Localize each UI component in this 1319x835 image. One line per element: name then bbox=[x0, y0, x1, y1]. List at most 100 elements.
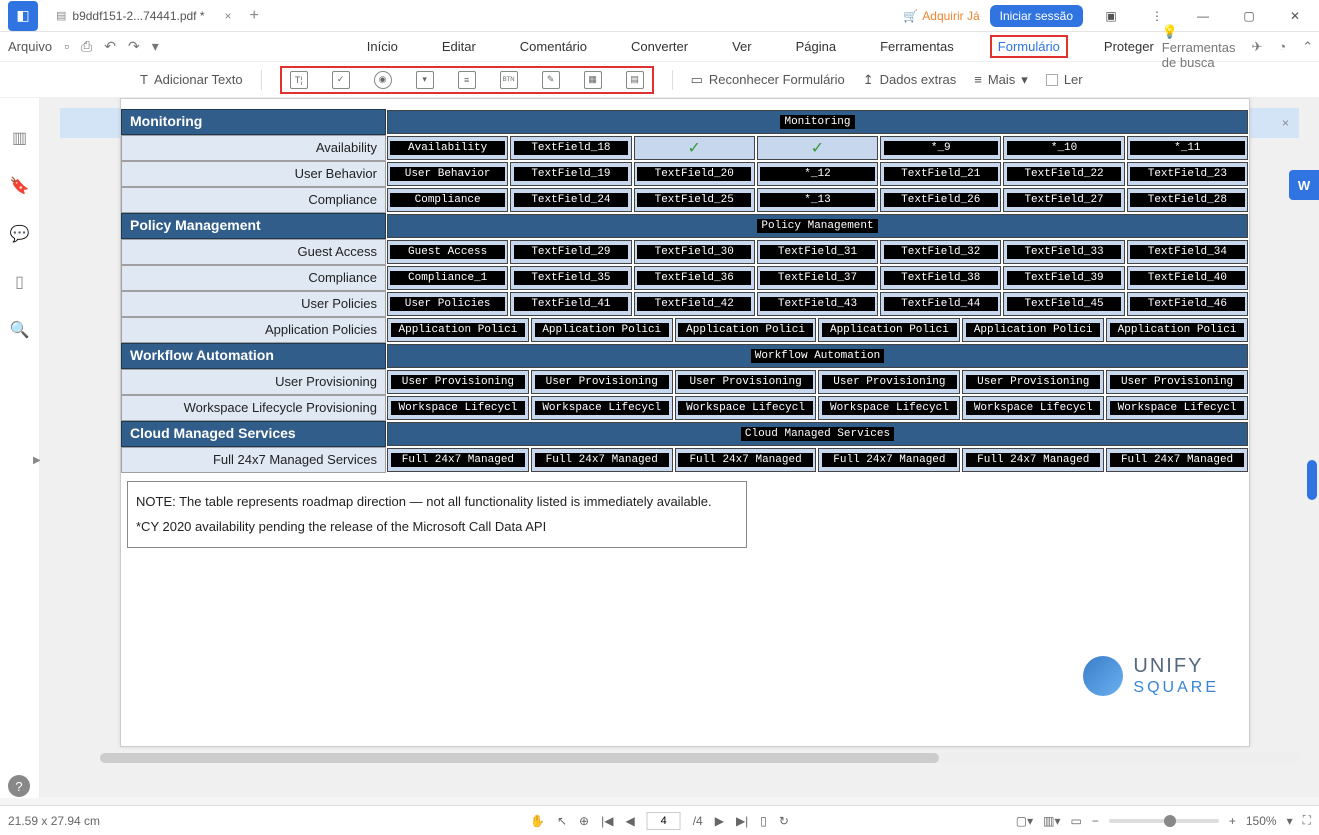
form-field[interactable]: TextField_29 bbox=[510, 240, 631, 264]
form-field[interactable]: Full 24x7 Managed bbox=[962, 448, 1104, 472]
form-field[interactable]: Full 24x7 Managed bbox=[1106, 448, 1248, 472]
comment-icon[interactable]: 💬 bbox=[10, 224, 30, 244]
horizontal-scrollbar[interactable] bbox=[100, 753, 1299, 763]
field-monitoring[interactable]: Monitoring bbox=[780, 115, 854, 129]
form-field[interactable]: TextField_45 bbox=[1003, 292, 1124, 316]
tab-ferramentas[interactable]: Ferramentas bbox=[872, 35, 962, 58]
single-page-icon[interactable]: ▯ bbox=[760, 814, 767, 828]
last-page-icon[interactable]: ▶| bbox=[736, 814, 748, 828]
tab-proteger[interactable]: Proteger bbox=[1096, 35, 1162, 58]
form-field[interactable]: Availability bbox=[387, 136, 508, 160]
radio-tool-icon[interactable]: ◉ bbox=[374, 71, 392, 89]
slider-thumb[interactable] bbox=[1164, 815, 1176, 827]
form-field[interactable]: TextField_38 bbox=[880, 266, 1001, 290]
bookmark-icon[interactable]: 🔖 bbox=[10, 176, 30, 196]
tab-pagina[interactable]: Página bbox=[788, 35, 844, 58]
form-field[interactable]: Full 24x7 Managed bbox=[531, 448, 673, 472]
new-tab-button[interactable]: + bbox=[250, 7, 259, 25]
maximize-button[interactable]: ▢ bbox=[1231, 9, 1267, 23]
form-field[interactable]: TextField_19 bbox=[510, 162, 631, 186]
add-text-tool[interactable]: TAdicionar Texto bbox=[140, 72, 243, 87]
form-field[interactable]: User Provisioning bbox=[818, 370, 960, 394]
form-field[interactable]: TextField_25 bbox=[634, 188, 755, 212]
form-field[interactable]: Application Polici bbox=[387, 318, 529, 342]
document-tab[interactable]: ▤ b9ddf151-2...74441.pdf * × bbox=[46, 1, 242, 31]
hand-tool-icon[interactable]: ✋ bbox=[530, 814, 545, 828]
close-window-button[interactable]: ✕ bbox=[1277, 9, 1313, 23]
attachment-icon[interactable]: ▯ bbox=[15, 272, 24, 292]
tab-comentario[interactable]: Comentário bbox=[512, 35, 595, 58]
tab-formulario[interactable]: Formulário bbox=[990, 35, 1068, 58]
form-field[interactable]: TextField_39 bbox=[1003, 266, 1124, 290]
page-input[interactable] bbox=[647, 812, 681, 830]
form-field[interactable]: *_11 bbox=[1127, 136, 1248, 160]
form-field[interactable]: TextField_24 bbox=[510, 188, 631, 212]
form-field[interactable]: TextField_43 bbox=[757, 292, 878, 316]
form-field[interactable]: TextField_26 bbox=[880, 188, 1001, 212]
form-field[interactable]: Workspace Lifecycl bbox=[1106, 396, 1248, 420]
help-button[interactable]: ? bbox=[8, 775, 30, 797]
tab-editar[interactable]: Editar bbox=[434, 35, 484, 58]
form-field[interactable]: TextField_28 bbox=[1127, 188, 1248, 212]
ribbon-collapse-icon[interactable]: ⌃ bbox=[1302, 39, 1313, 55]
form-field[interactable]: *_13 bbox=[757, 188, 878, 212]
listbox-tool-icon[interactable]: ≡ bbox=[458, 71, 476, 89]
form-field[interactable]: TextField_18 bbox=[510, 136, 631, 160]
form-field[interactable]: TextField_42 bbox=[634, 292, 755, 316]
tab-inicio[interactable]: Início bbox=[359, 35, 406, 58]
close-tab-icon[interactable]: × bbox=[225, 9, 232, 23]
login-button[interactable]: Iniciar sessão bbox=[990, 5, 1083, 27]
image-tool-icon[interactable]: ▦ bbox=[584, 71, 602, 89]
dropdown-tool-icon[interactable]: ▾ bbox=[416, 71, 434, 89]
checkbox-tool-icon[interactable]: ✓ bbox=[332, 71, 350, 89]
more-button[interactable]: ≡Mais▾ bbox=[974, 72, 1028, 88]
form-field[interactable]: User Provisioning bbox=[675, 370, 817, 394]
form-field[interactable]: TextField_27 bbox=[1003, 188, 1124, 212]
form-field[interactable]: Guest Access bbox=[387, 240, 508, 264]
print-icon[interactable]: ⎙ bbox=[81, 38, 92, 55]
qa-more-icon[interactable]: ▾ bbox=[152, 38, 159, 55]
form-field[interactable]: Full 24x7 Managed bbox=[818, 448, 960, 472]
zoom-tool-icon[interactable]: ⊕ bbox=[579, 814, 589, 828]
tab-converter[interactable]: Converter bbox=[623, 35, 696, 58]
form-field[interactable]: Full 24x7 Managed bbox=[675, 448, 817, 472]
extra-data-button[interactable]: ↥Dados extras bbox=[863, 72, 957, 88]
form-field[interactable]: User Provisioning bbox=[962, 370, 1104, 394]
form-field[interactable]: Application Polici bbox=[962, 318, 1104, 342]
form-field[interactable]: User Provisioning bbox=[531, 370, 673, 394]
form-field[interactable]: TextField_35 bbox=[510, 266, 631, 290]
form-field[interactable]: Workspace Lifecycl bbox=[675, 396, 817, 420]
zoom-in-icon[interactable]: + bbox=[1229, 814, 1236, 828]
more-icon[interactable]: ⋮ bbox=[1139, 9, 1175, 23]
form-field[interactable]: TextField_23 bbox=[1127, 162, 1248, 186]
form-field[interactable]: TextField_37 bbox=[757, 266, 878, 290]
form-field[interactable]: User Provisioning bbox=[1106, 370, 1248, 394]
form-field[interactable]: *_10 bbox=[1003, 136, 1124, 160]
textfield-tool-icon[interactable]: T¦ bbox=[290, 71, 308, 89]
form-field[interactable]: TextField_40 bbox=[1127, 266, 1248, 290]
form-field[interactable]: TextField_44 bbox=[880, 292, 1001, 316]
signature-tool-icon[interactable]: ✎ bbox=[542, 71, 560, 89]
zoom-dropdown-icon[interactable]: ▾ bbox=[1287, 814, 1293, 828]
scrollbar-thumb[interactable] bbox=[1307, 460, 1317, 500]
form-field[interactable]: Application Polici bbox=[531, 318, 673, 342]
form-field[interactable]: TextField_46 bbox=[1127, 292, 1248, 316]
form-field[interactable]: ✓ bbox=[757, 136, 878, 160]
form-field[interactable]: Application Polici bbox=[1106, 318, 1248, 342]
form-field[interactable]: TextField_36 bbox=[634, 266, 755, 290]
vertical-scrollbar[interactable] bbox=[1307, 100, 1317, 795]
panel-icon[interactable]: ▣ bbox=[1093, 9, 1129, 23]
date-tool-icon[interactable]: ▤ bbox=[626, 71, 644, 89]
search-tools[interactable]: 💡 Ferramentas de busca bbox=[1162, 24, 1236, 70]
form-field[interactable]: User Provisioning bbox=[387, 370, 529, 394]
form-field[interactable]: TextField_20 bbox=[634, 162, 755, 186]
form-field[interactable]: TextField_31 bbox=[757, 240, 878, 264]
form-field[interactable]: TextField_22 bbox=[1003, 162, 1124, 186]
field-workflow[interactable]: Workflow Automation bbox=[751, 349, 884, 363]
form-field[interactable]: Workspace Lifecycl bbox=[387, 396, 529, 420]
form-field[interactable]: Compliance bbox=[387, 188, 508, 212]
buy-now-link[interactable]: 🛒 Adquirir Já bbox=[903, 9, 979, 23]
read-mode-icon[interactable]: ▭ bbox=[1070, 814, 1081, 828]
form-field[interactable]: User Policies bbox=[387, 292, 508, 316]
zoom-slider[interactable] bbox=[1109, 819, 1219, 823]
